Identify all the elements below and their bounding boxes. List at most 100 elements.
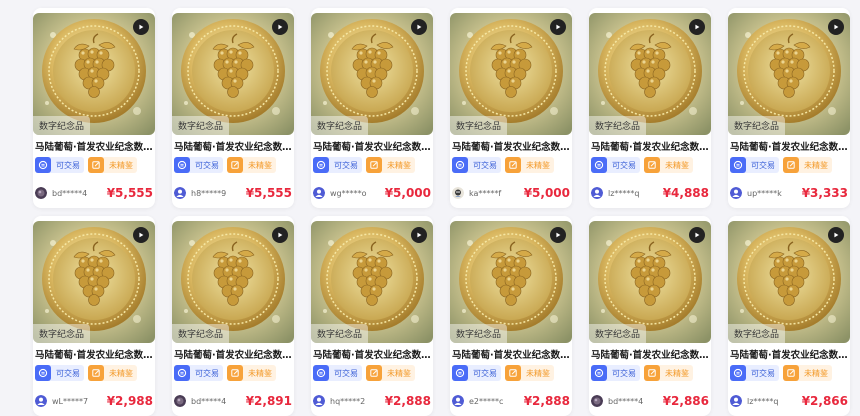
- product-thumbnail[interactable]: 数字纪念品: [311, 13, 433, 135]
- tradable-badge: 可交易: [174, 157, 223, 173]
- product-title[interactable]: 马陆葡萄·首发农业纪念数...: [730, 347, 848, 361]
- price: ¥5,000: [384, 186, 431, 200]
- product-thumbnail[interactable]: 数字纪念品: [33, 221, 155, 343]
- seller-info[interactable]: h8*****9: [174, 187, 226, 199]
- product-thumbnail[interactable]: 数字纪念品: [172, 221, 294, 343]
- trade-icon: [730, 157, 746, 173]
- product-title[interactable]: 马陆葡萄·首发农业纪念数...: [174, 139, 292, 153]
- product-thumbnail[interactable]: 数字纪念品: [728, 221, 850, 343]
- status-label: 未精鉴: [387, 368, 411, 378]
- seller-info[interactable]: hq*****2: [313, 395, 365, 407]
- play-button[interactable]: [550, 19, 566, 35]
- seller-info[interactable]: wL*****7: [35, 395, 88, 407]
- product-title[interactable]: 马陆葡萄·首发农业纪念数...: [452, 139, 570, 153]
- product-card[interactable]: 数字纪念品 马陆葡萄·首发农业纪念数... 可交易 未精鉴 h8*****9 ¥…: [172, 8, 294, 208]
- tradable-badge: 可交易: [730, 157, 779, 173]
- play-button[interactable]: [133, 19, 149, 35]
- trade-icon: [313, 365, 329, 381]
- seller-name: bd*****4: [608, 396, 644, 406]
- category-tag: 数字纪念品: [311, 116, 369, 135]
- avatar: [591, 395, 603, 407]
- product-card[interactable]: 数字纪念品 马陆葡萄·首发农业纪念数... 可交易 未精鉴 ka*****f ¥…: [450, 8, 572, 208]
- play-button[interactable]: [689, 227, 705, 243]
- product-title[interactable]: 马陆葡萄·首发农业纪念数...: [730, 139, 848, 153]
- play-button[interactable]: [411, 19, 427, 35]
- seller-info[interactable]: bd*****4: [591, 395, 643, 407]
- product-thumbnail[interactable]: 数字纪念品: [728, 13, 850, 135]
- edit-icon: [366, 157, 382, 173]
- status-label: 未精鉴: [248, 368, 272, 378]
- play-button[interactable]: [411, 227, 427, 243]
- product-thumbnail[interactable]: 数字纪念品: [450, 13, 572, 135]
- product-title[interactable]: 马陆葡萄·首发农业纪念数...: [591, 347, 709, 361]
- play-button[interactable]: [133, 227, 149, 243]
- play-icon: [139, 24, 144, 30]
- product-card[interactable]: 数字纪念品 马陆葡萄·首发农业纪念数... 可交易 未精鉴 lz*****q ¥…: [728, 216, 850, 416]
- category-tag: 数字纪念品: [728, 116, 786, 135]
- seller-info[interactable]: bd*****4: [174, 395, 226, 407]
- product-card[interactable]: 数字纪念品 马陆葡萄·首发农业纪念数... 可交易 未精鉴 bd*****4 ¥…: [172, 216, 294, 416]
- badge-row: 可交易 未精鉴: [452, 157, 570, 173]
- price: ¥2,866: [801, 394, 848, 408]
- trade-icon: [452, 157, 468, 173]
- product-title[interactable]: 马陆葡萄·首发农业纪念数...: [35, 347, 153, 361]
- product-thumbnail[interactable]: 数字纪念品: [172, 13, 294, 135]
- play-button[interactable]: [272, 19, 288, 35]
- seller-info[interactable]: lz*****q: [591, 187, 640, 199]
- tradable-badge: 可交易: [313, 157, 362, 173]
- play-icon: [556, 24, 561, 30]
- seller-info[interactable]: ka*****f: [452, 187, 501, 199]
- seller-info[interactable]: wg*****o: [313, 187, 367, 199]
- play-button[interactable]: [272, 227, 288, 243]
- product-card[interactable]: 数字纪念品 马陆葡萄·首发农业纪念数... 可交易 未精鉴 hq*****2 ¥…: [311, 216, 433, 416]
- card-footer: up*****k ¥3,333: [730, 186, 848, 200]
- product-thumbnail[interactable]: 数字纪念品: [450, 221, 572, 343]
- product-card[interactable]: 数字纪念品 马陆葡萄·首发农业纪念数... 可交易 未精鉴 lz*****q ¥…: [589, 8, 711, 208]
- product-title[interactable]: 马陆葡萄·首发农业纪念数...: [174, 347, 292, 361]
- avatar: [730, 187, 742, 199]
- product-title[interactable]: 马陆葡萄·首发农业纪念数...: [591, 139, 709, 153]
- edit-icon: [783, 365, 799, 381]
- product-card[interactable]: 数字纪念品 马陆葡萄·首发农业纪念数... 可交易 未精鉴 up*****k ¥…: [728, 8, 850, 208]
- tradable-badge: 可交易: [591, 365, 640, 381]
- badge-row: 可交易 未精鉴: [174, 365, 292, 381]
- badge-row: 可交易 未精鉴: [591, 365, 709, 381]
- play-icon: [695, 24, 700, 30]
- product-thumbnail[interactable]: 数字纪念品: [589, 13, 711, 135]
- badge-row: 可交易 未精鉴: [730, 157, 848, 173]
- product-card[interactable]: 数字纪念品 马陆葡萄·首发农业纪念数... 可交易 未精鉴 bd*****4 ¥…: [589, 216, 711, 416]
- category-tag: 数字纪念品: [450, 324, 508, 343]
- status-label: 未精鉴: [804, 160, 828, 170]
- price: ¥2,988: [106, 394, 153, 408]
- category-tag: 数字纪念品: [589, 116, 647, 135]
- product-card[interactable]: 数字纪念品 马陆葡萄·首发农业纪念数... 可交易 未精鉴 e2*****c ¥…: [450, 216, 572, 416]
- product-title[interactable]: 马陆葡萄·首发农业纪念数...: [313, 139, 431, 153]
- play-button[interactable]: [689, 19, 705, 35]
- seller-info[interactable]: e2*****c: [452, 395, 503, 407]
- seller-name: bd*****4: [191, 396, 227, 406]
- product-card[interactable]: 数字纪念品 马陆葡萄·首发农业纪念数... 可交易 未精鉴 wg*****o ¥…: [311, 8, 433, 208]
- play-button[interactable]: [828, 19, 844, 35]
- product-title[interactable]: 马陆葡萄·首发农业纪念数...: [35, 139, 153, 153]
- status-label: 未精鉴: [804, 368, 828, 378]
- card-footer: wg*****o ¥5,000: [313, 186, 431, 200]
- product-thumbnail[interactable]: 数字纪念品: [33, 13, 155, 135]
- product-card[interactable]: 数字纪念品 马陆葡萄·首发农业纪念数... 可交易 未精鉴 wL*****7 ¥…: [33, 216, 155, 416]
- product-thumbnail[interactable]: 数字纪念品: [311, 221, 433, 343]
- tradable-badge: 可交易: [35, 157, 84, 173]
- category-tag: 数字纪念品: [450, 116, 508, 135]
- product-thumbnail[interactable]: 数字纪念品: [589, 221, 711, 343]
- product-title[interactable]: 马陆葡萄·首发农业纪念数...: [452, 347, 570, 361]
- product-card[interactable]: 数字纪念品 马陆葡萄·首发农业纪念数... 可交易 未精鉴 bd*****4 ¥…: [33, 8, 155, 208]
- seller-name: lz*****q: [608, 188, 640, 198]
- seller-info[interactable]: up*****k: [730, 187, 782, 199]
- category-tag: 数字纪念品: [33, 324, 91, 343]
- status-label: 未精鉴: [248, 160, 272, 170]
- trade-icon: [174, 365, 190, 381]
- product-title[interactable]: 马陆葡萄·首发农业纪念数...: [313, 347, 431, 361]
- play-button[interactable]: [550, 227, 566, 243]
- avatar: [35, 395, 47, 407]
- seller-info[interactable]: bd*****4: [35, 187, 87, 199]
- seller-info[interactable]: lz*****q: [730, 395, 779, 407]
- play-button[interactable]: [828, 227, 844, 243]
